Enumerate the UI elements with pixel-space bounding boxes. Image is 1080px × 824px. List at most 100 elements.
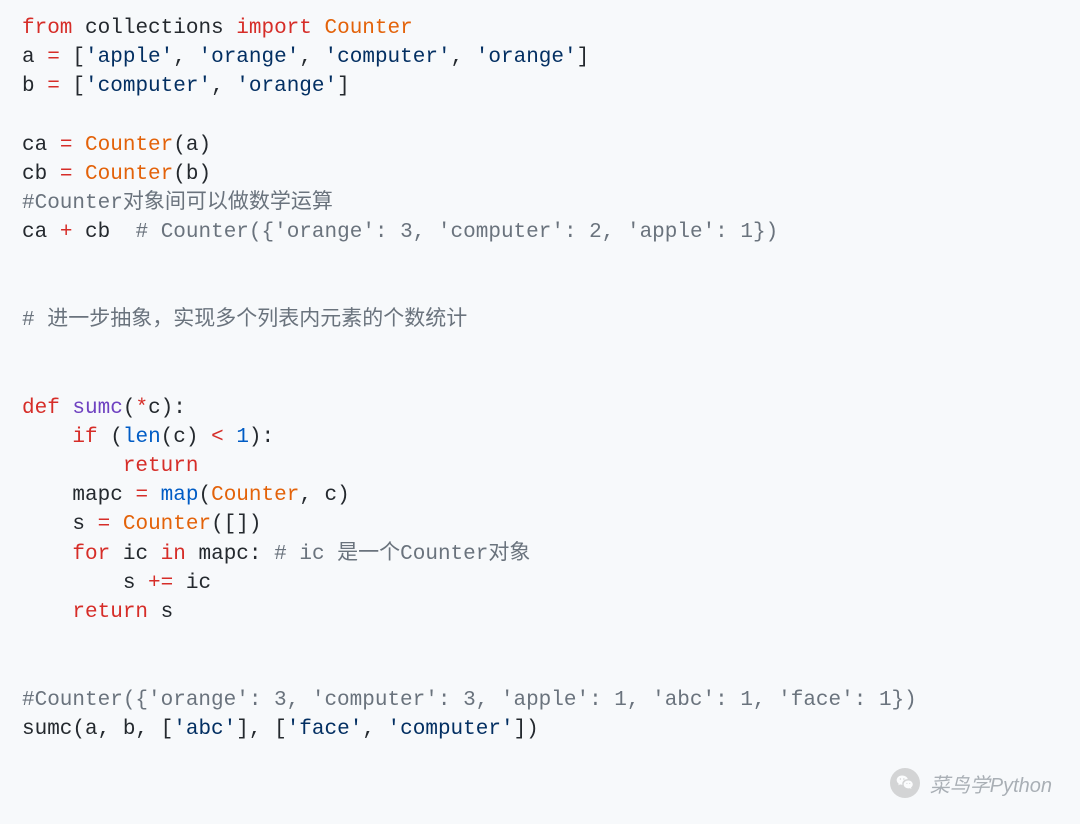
code-token: ([]) [211, 513, 261, 536]
code-token [110, 543, 123, 566]
code-token: (a, b, [ [72, 718, 173, 741]
code-token [72, 134, 85, 157]
code-token [110, 221, 135, 244]
code-token [22, 426, 72, 449]
code-token: len [123, 426, 161, 449]
code-token: map [161, 484, 199, 507]
code-token: 'apple' [85, 46, 173, 69]
code-token: 'computer' [85, 75, 211, 98]
code-line: ca = Counter(a) [22, 134, 211, 157]
code-token: ]) [514, 718, 539, 741]
code-token: Counter [325, 17, 413, 40]
code-token: mapc [199, 543, 249, 566]
code-token: Counter [123, 513, 211, 536]
code-line: #Counter({'orange': 3, 'computer': 3, 'a… [22, 689, 917, 712]
code-token [35, 46, 48, 69]
code-token: #Counter对象间可以做数学运算 [22, 192, 333, 215]
code-line: mapc = map(Counter, c) [22, 484, 350, 507]
code-token [22, 484, 72, 507]
code-token: ( [198, 484, 211, 507]
code-token [85, 513, 98, 536]
code-token: ] [577, 46, 590, 69]
code-token [123, 484, 136, 507]
code-token: 'computer' [325, 46, 451, 69]
code-token: = [135, 484, 148, 507]
code-token: , [299, 46, 324, 69]
code-line: from collections import Counter [22, 17, 413, 40]
code-token: (b) [173, 163, 211, 186]
code-token: * [135, 397, 148, 420]
code-token: if [72, 426, 97, 449]
code-token: in [161, 543, 186, 566]
code-token: ic [123, 543, 148, 566]
code-line: def sumc(*c): [22, 397, 186, 420]
code-line: s += ic [22, 572, 211, 595]
code-token: # 进一步抽象，实现多个列表内元素的个数统计 [22, 309, 467, 332]
code-token: 1 [236, 426, 249, 449]
code-token: ( [98, 426, 123, 449]
code-token: collections [85, 17, 224, 40]
code-token [22, 601, 72, 624]
code-token: , [362, 718, 387, 741]
code-token [110, 513, 123, 536]
code-block: from collections import Counter a = ['ap… [0, 0, 1080, 758]
code-token: from [22, 17, 72, 40]
code-token: = [60, 163, 73, 186]
code-token: # ic 是一个Counter对象 [274, 543, 530, 566]
code-token: ): [161, 397, 186, 420]
code-token [72, 17, 85, 40]
code-token: return [72, 601, 148, 624]
code-line: s = Counter([]) [22, 513, 262, 536]
code-token [22, 455, 123, 478]
code-token: (c) [161, 426, 199, 449]
code-token: 'computer' [388, 718, 514, 741]
code-line: return [22, 455, 198, 478]
code-token [148, 543, 161, 566]
code-token: ca [22, 221, 47, 244]
code-token: return [123, 455, 199, 478]
code-token: = [47, 75, 60, 98]
code-token: = [47, 46, 60, 69]
code-token [60, 397, 73, 420]
code-token: b [22, 75, 35, 98]
watermark: 菜鸟学Python [890, 768, 1052, 798]
code-token: s [161, 601, 174, 624]
code-token: = [98, 513, 111, 536]
wechat-icon [890, 768, 920, 798]
code-line: cb = Counter(b) [22, 163, 211, 186]
code-token: ( [123, 397, 136, 420]
code-token [224, 426, 237, 449]
code-line: a = ['apple', 'orange', 'computer', 'ora… [22, 46, 589, 69]
code-line: # 进一步抽象，实现多个列表内元素的个数统计 [22, 309, 467, 332]
code-token: c [148, 397, 161, 420]
code-token: ): [249, 426, 274, 449]
code-token: sumc [72, 397, 122, 420]
code-token: cb [85, 221, 110, 244]
code-line: ca + cb # Counter({'orange': 3, 'compute… [22, 221, 778, 244]
code-token: ] [337, 75, 350, 98]
code-token: 'abc' [173, 718, 236, 741]
code-token: 'orange' [198, 46, 299, 69]
code-token [72, 221, 85, 244]
code-token: ], [ [236, 718, 286, 741]
code-line: for ic in mapc: # ic 是一个Counter对象 [22, 543, 530, 566]
code-token [22, 543, 72, 566]
code-token: mapc [72, 484, 122, 507]
code-token: for [72, 543, 110, 566]
watermark-text: 菜鸟学Python [930, 769, 1052, 798]
code-line: sumc(a, b, ['abc'], ['face', 'computer']… [22, 718, 539, 741]
code-token: , [451, 46, 476, 69]
code-token [224, 17, 237, 40]
code-token: def [22, 397, 60, 420]
code-token: , c) [299, 484, 349, 507]
code-line: return s [22, 601, 173, 624]
code-token: = [60, 134, 73, 157]
code-token: < [211, 426, 224, 449]
code-token: cb [22, 163, 47, 186]
code-token [173, 572, 186, 595]
code-token: Counter [85, 134, 173, 157]
code-token [35, 75, 48, 98]
code-token: [ [60, 46, 85, 69]
code-token: a [22, 46, 35, 69]
code-token: sumc [22, 718, 72, 741]
